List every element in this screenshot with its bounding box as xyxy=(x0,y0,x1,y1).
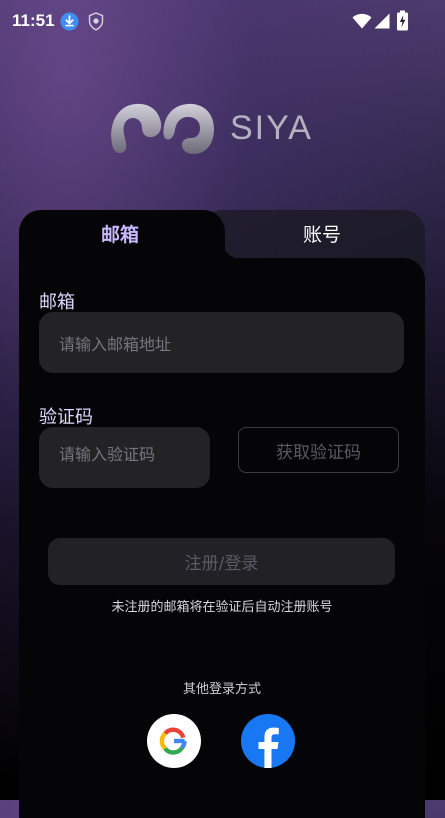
shield-icon xyxy=(88,12,104,31)
email-placeholder: 请输入邮箱地址 xyxy=(59,334,172,354)
verification-code-label: 验证码 xyxy=(39,407,93,428)
other-login-label: 其他登录方式 xyxy=(182,682,261,697)
login-card: 邮箱 账号 邮箱 请输入邮箱地址 验证码 请输入验证码 获取验证码 注册/登录 … xyxy=(19,210,425,818)
register-login-button[interactable]: 注册/登录 xyxy=(48,538,395,585)
battery-charging-icon xyxy=(397,10,408,31)
register-hint: 未注册的邮箱将在验证后自动注册账号 xyxy=(111,600,333,615)
verification-code-placeholder: 请输入验证码 xyxy=(59,444,156,464)
status-bar: 11:51 xyxy=(0,0,445,44)
app-logo: SIYA xyxy=(108,96,328,166)
tab-account[interactable]: 账号 xyxy=(303,220,341,247)
logo-text: SIYA xyxy=(230,109,313,147)
wifi-icon xyxy=(352,13,372,29)
download-icon xyxy=(60,12,79,31)
get-code-button[interactable]: 获取验证码 xyxy=(238,427,399,473)
email-label: 邮箱 xyxy=(39,292,75,313)
facebook-login-button[interactable] xyxy=(241,714,295,768)
siya-logo-icon xyxy=(111,103,214,154)
verification-code-input[interactable]: 请输入验证码 xyxy=(39,427,210,488)
tab-email[interactable]: 邮箱 xyxy=(101,220,139,247)
status-time: 11:51 xyxy=(12,11,55,30)
facebook-icon xyxy=(258,727,279,768)
signal-icon xyxy=(374,13,390,29)
tab-curve xyxy=(219,226,249,276)
google-login-button[interactable] xyxy=(147,714,201,768)
google-icon xyxy=(159,727,187,755)
email-input[interactable]: 请输入邮箱地址 xyxy=(39,312,404,373)
